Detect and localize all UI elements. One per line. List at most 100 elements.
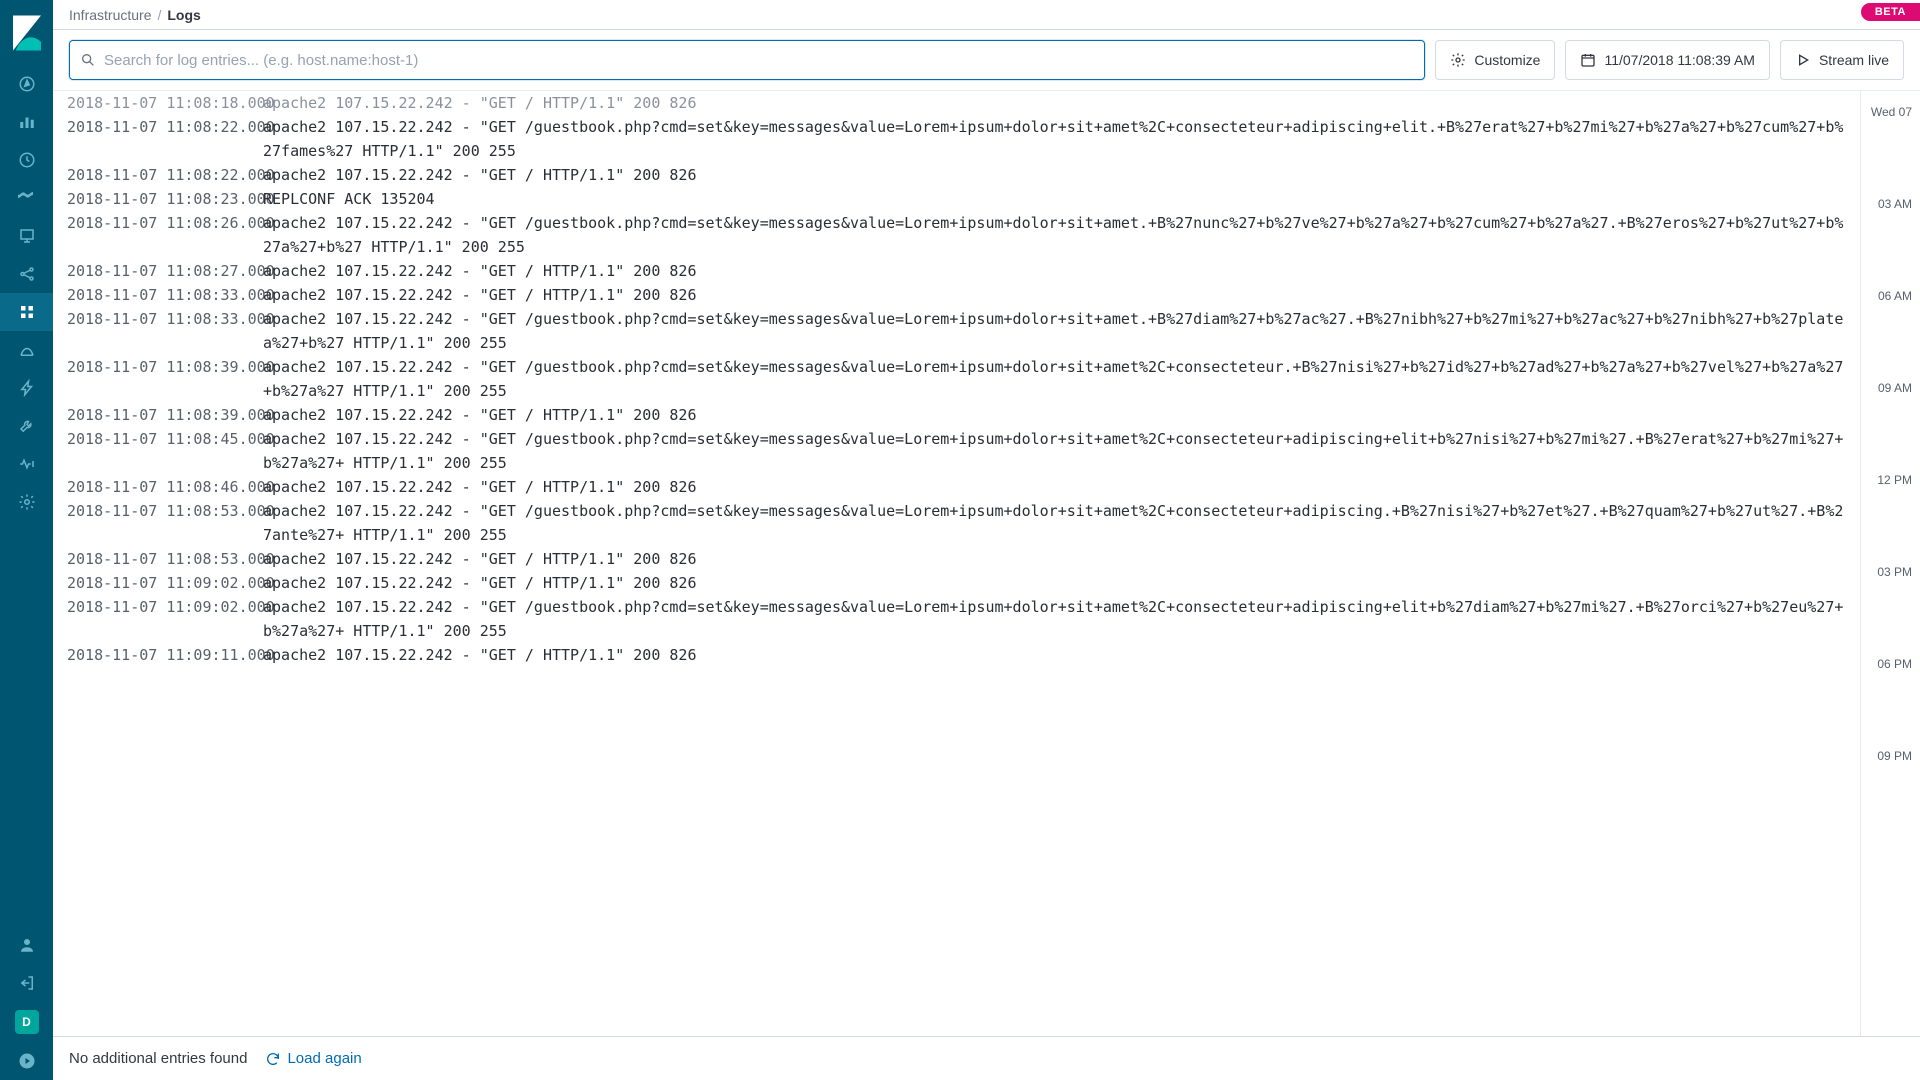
- log-message: apache2 107.15.22.242 - "GET / HTTP/1.1"…: [263, 259, 1860, 283]
- log-row[interactable]: 2018-11-07 11:08:26.000apache2 107.15.22…: [53, 211, 1860, 259]
- log-row[interactable]: 2018-11-07 11:08:22.000apache2 107.15.22…: [53, 115, 1860, 163]
- log-message: apache2 107.15.22.242 - "GET / HTTP/1.1"…: [263, 475, 1860, 499]
- log-list[interactable]: 2018-11-07 11:08:18.000apache2 107.15.22…: [53, 91, 1860, 1036]
- log-timestamp: 2018-11-07 11:08:53.000: [53, 547, 263, 571]
- log-timestamp: 2018-11-07 11:08:27.000: [53, 259, 263, 283]
- nav-canvas-icon[interactable]: [0, 217, 53, 255]
- log-row[interactable]: 2018-11-07 11:08:39.000apache2 107.15.22…: [53, 403, 1860, 427]
- log-message: apache2 107.15.22.242 - "GET / HTTP/1.1"…: [263, 403, 1860, 427]
- breadcrumb-current: Logs: [167, 7, 200, 23]
- sidebar: D: [0, 0, 53, 1080]
- load-again-button[interactable]: Load again: [265, 1050, 361, 1067]
- log-timestamp: 2018-11-07 11:08:39.000: [53, 355, 263, 403]
- nav-dashboard-icon[interactable]: [0, 141, 53, 179]
- log-timestamp: 2018-11-07 11:08:22.000: [53, 115, 263, 163]
- log-row[interactable]: 2018-11-07 11:09:02.000apache2 107.15.22…: [53, 595, 1860, 643]
- breadcrumb-sep: /: [157, 7, 161, 23]
- log-row[interactable]: 2018-11-07 11:08:23.000REPLCONF ACK 1352…: [53, 187, 1860, 211]
- log-message: apache2 107.15.22.242 - "GET /guestbook.…: [263, 307, 1860, 355]
- nav-collapse-icon[interactable]: [0, 1042, 53, 1080]
- log-row[interactable]: 2018-11-07 11:08:53.000apache2 107.15.22…: [53, 547, 1860, 571]
- log-timestamp: 2018-11-07 11:08:45.000: [53, 427, 263, 475]
- search-wrapper[interactable]: [69, 40, 1425, 80]
- nav-devtools-icon[interactable]: [0, 407, 53, 445]
- minimap-tick: 03 PM: [1877, 565, 1912, 579]
- log-message: apache2 107.15.22.242 - "GET / HTTP/1.1"…: [263, 643, 1860, 667]
- log-message: apache2 107.15.22.242 - "GET / HTTP/1.1"…: [263, 571, 1860, 595]
- nav-logout-icon[interactable]: [0, 964, 53, 1002]
- play-icon: [1795, 52, 1811, 68]
- stream-label: Stream live: [1819, 52, 1889, 68]
- footer-status: No additional entries found: [69, 1050, 247, 1067]
- log-timestamp: 2018-11-07 11:08:33.000: [53, 307, 263, 355]
- nav-infrastructure-icon[interactable]: [0, 293, 53, 331]
- log-message: apache2 107.15.22.242 - "GET /guestbook.…: [263, 595, 1860, 643]
- log-minimap[interactable]: Wed 07 03 AM 06 AM 09 AM 12 PM 03 PM 06 …: [1860, 91, 1920, 1036]
- log-row[interactable]: 2018-11-07 11:08:46.000apache2 107.15.22…: [53, 475, 1860, 499]
- log-timestamp: 2018-11-07 11:08:18.000: [53, 91, 263, 115]
- nav-discover-icon[interactable]: [0, 65, 53, 103]
- beta-badge: BETA: [1861, 3, 1920, 21]
- stream-live-button[interactable]: Stream live: [1780, 40, 1904, 80]
- log-timestamp: 2018-11-07 11:08:33.000: [53, 283, 263, 307]
- log-message: apache2 107.15.22.242 - "GET / HTTP/1.1"…: [263, 91, 1860, 115]
- log-timestamp: 2018-11-07 11:08:39.000: [53, 403, 263, 427]
- nav-logs-icon[interactable]: [0, 331, 53, 369]
- datetime-label: 11/07/2018 11:08:39 AM: [1604, 52, 1755, 68]
- log-timestamp: 2018-11-07 11:08:53.000: [53, 499, 263, 547]
- toolbar: Customize 11/07/2018 11:08:39 AM Stream …: [53, 30, 1920, 90]
- log-row[interactable]: 2018-11-07 11:08:33.000apache2 107.15.22…: [53, 283, 1860, 307]
- log-timestamp: 2018-11-07 11:08:22.000: [53, 163, 263, 187]
- log-timestamp: 2018-11-07 11:09:02.000: [53, 595, 263, 643]
- log-row[interactable]: 2018-11-07 11:08:53.000apache2 107.15.22…: [53, 499, 1860, 547]
- log-footer: No additional entries found Load again: [53, 1036, 1920, 1080]
- customize-button[interactable]: Customize: [1435, 40, 1555, 80]
- minimap-day: Wed 07: [1871, 105, 1912, 119]
- log-message: apache2 107.15.22.242 - "GET /guestbook.…: [263, 211, 1860, 259]
- minimap-tick: 06 AM: [1878, 289, 1912, 303]
- load-again-label: Load again: [287, 1050, 361, 1067]
- log-message: apache2 107.15.22.242 - "GET /guestbook.…: [263, 499, 1860, 547]
- logs-area: 2018-11-07 11:08:18.000apache2 107.15.22…: [53, 90, 1920, 1036]
- log-timestamp: 2018-11-07 11:09:02.000: [53, 571, 263, 595]
- log-row[interactable]: 2018-11-07 11:08:45.000apache2 107.15.22…: [53, 427, 1860, 475]
- refresh-icon: [265, 1051, 281, 1067]
- log-row[interactable]: 2018-11-07 11:08:39.000apache2 107.15.22…: [53, 355, 1860, 403]
- main-content: Infrastructure / Logs BETA Customize 11/…: [53, 0, 1920, 1080]
- nav-monitoring-icon[interactable]: [0, 445, 53, 483]
- minimap-tick: 06 PM: [1877, 657, 1912, 671]
- nav-management-icon[interactable]: [0, 483, 53, 521]
- log-timestamp: 2018-11-07 11:08:23.000: [53, 187, 263, 211]
- minimap-tick: 09 AM: [1878, 381, 1912, 395]
- log-row[interactable]: 2018-11-07 11:08:33.000apache2 107.15.22…: [53, 307, 1860, 355]
- log-timestamp: 2018-11-07 11:08:26.000: [53, 211, 263, 259]
- log-message: apache2 107.15.22.242 - "GET /guestbook.…: [263, 115, 1860, 163]
- gear-icon: [1450, 52, 1466, 68]
- nav-ml-icon[interactable]: [0, 255, 53, 293]
- minimap-tick: 12 PM: [1877, 473, 1912, 487]
- log-timestamp: 2018-11-07 11:09:11.000: [53, 643, 263, 667]
- breadcrumb-parent[interactable]: Infrastructure: [69, 7, 151, 23]
- log-row[interactable]: 2018-11-07 11:08:22.000apache2 107.15.22…: [53, 163, 1860, 187]
- space-badge[interactable]: D: [15, 1010, 39, 1034]
- search-icon: [80, 52, 96, 68]
- breadcrumb-bar: Infrastructure / Logs BETA: [53, 0, 1920, 30]
- nav-visualize-icon[interactable]: [0, 103, 53, 141]
- log-row[interactable]: 2018-11-07 11:08:18.000apache2 107.15.22…: [53, 91, 1860, 115]
- minimap-tick: 03 AM: [1878, 197, 1912, 211]
- nav-user-icon[interactable]: [0, 926, 53, 964]
- customize-label: Customize: [1474, 52, 1540, 68]
- calendar-icon: [1580, 52, 1596, 68]
- log-row[interactable]: 2018-11-07 11:09:11.000apache2 107.15.22…: [53, 643, 1860, 667]
- nav-apm-icon[interactable]: [0, 369, 53, 407]
- search-input[interactable]: [104, 52, 1414, 69]
- kibana-logo[interactable]: [0, 0, 53, 65]
- log-message: REPLCONF ACK 135204: [263, 187, 1860, 211]
- minimap-tick: 09 PM: [1877, 749, 1912, 763]
- log-message: apache2 107.15.22.242 - "GET / HTTP/1.1"…: [263, 283, 1860, 307]
- log-message: apache2 107.15.22.242 - "GET /guestbook.…: [263, 427, 1860, 475]
- datetime-button[interactable]: 11/07/2018 11:08:39 AM: [1565, 40, 1770, 80]
- log-row[interactable]: 2018-11-07 11:09:02.000apache2 107.15.22…: [53, 571, 1860, 595]
- log-row[interactable]: 2018-11-07 11:08:27.000apache2 107.15.22…: [53, 259, 1860, 283]
- nav-timelion-icon[interactable]: [0, 179, 53, 217]
